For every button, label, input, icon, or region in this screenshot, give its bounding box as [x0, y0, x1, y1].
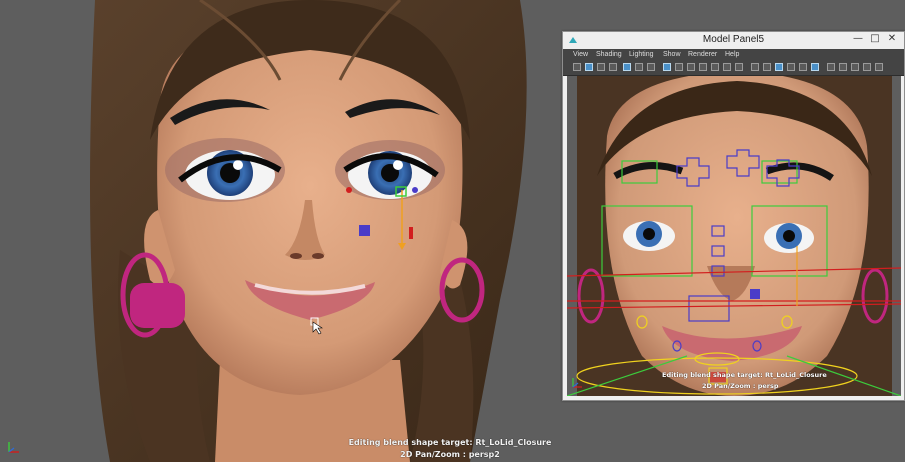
menu-show[interactable]: Show	[663, 51, 681, 58]
panel-menu-bar: View Shading Lighting Show Renderer Help	[563, 49, 904, 61]
image-plane-icon[interactable]	[623, 63, 631, 71]
menu-shading[interactable]: Shading	[596, 51, 622, 58]
panel-toolbar	[563, 61, 904, 76]
smooth-shade-icon[interactable]	[675, 63, 683, 71]
axis-gizmo-icon	[8, 442, 19, 453]
resolution-gate-icon[interactable]	[687, 63, 695, 71]
panel-face-render	[567, 76, 901, 396]
textured-icon[interactable]	[763, 63, 771, 71]
maximize-icon[interactable]: □	[867, 33, 883, 45]
motion-blur-icon[interactable]	[839, 63, 847, 71]
menu-help[interactable]: Help	[725, 51, 739, 58]
hud-editing-line: Editing blend shape target: Rt_LoLid_Clo…	[348, 438, 552, 447]
title-bar[interactable]: Model Panel5 — □ ✕	[563, 32, 904, 48]
hair-tie	[130, 283, 185, 328]
close-icon[interactable]: ✕	[884, 33, 900, 45]
panel-viewport[interactable]: Editing blend shape target: Rt_LoLid_Clo…	[567, 76, 901, 396]
camera-icon[interactable]	[573, 63, 581, 71]
safe-title-icon[interactable]	[735, 63, 743, 71]
film-gate-icon[interactable]	[647, 63, 655, 71]
hud-pan-zoom-line: 2D Pan/Zoom : persp2	[400, 450, 500, 459]
panel-axis-gizmo-icon	[572, 378, 582, 388]
lid-control-red	[409, 227, 413, 239]
xray-icon[interactable]	[799, 63, 807, 71]
hud-toggle-icon[interactable]	[875, 63, 883, 71]
isolate-select-icon[interactable]	[811, 63, 819, 71]
ao-icon[interactable]	[827, 63, 835, 71]
panel-hud-pan-zoom-line: 2D Pan/Zoom : persp	[702, 382, 779, 390]
select-camera-icon[interactable]	[585, 63, 593, 71]
wireframe-shaded-icon[interactable]	[751, 63, 759, 71]
wireframe-icon[interactable]	[663, 63, 671, 71]
panel-hud-editing-line: Editing blend shape target: Rt_LoLid_Clo…	[662, 371, 827, 379]
antialias-icon[interactable]	[851, 63, 859, 71]
dof-icon[interactable]	[863, 63, 871, 71]
menu-renderer[interactable]: Renderer	[688, 51, 717, 58]
safe-action-icon[interactable]	[723, 63, 731, 71]
minimize-icon[interactable]: —	[850, 33, 866, 45]
shadows-icon[interactable]	[787, 63, 795, 71]
cheek-control-blue	[359, 225, 370, 236]
model-panel-window[interactable]: Model Panel5 — □ ✕ View Shading Lighting…	[562, 31, 905, 401]
lights-icon[interactable]	[775, 63, 783, 71]
bookmark-icon[interactable]	[609, 63, 617, 71]
menu-lighting[interactable]: Lighting	[629, 51, 654, 58]
grid-icon[interactable]	[635, 63, 643, 71]
lock-camera-icon[interactable]	[597, 63, 605, 71]
gate-mask-icon[interactable]	[699, 63, 707, 71]
field-chart-icon[interactable]	[711, 63, 719, 71]
menu-view[interactable]: View	[573, 51, 588, 58]
